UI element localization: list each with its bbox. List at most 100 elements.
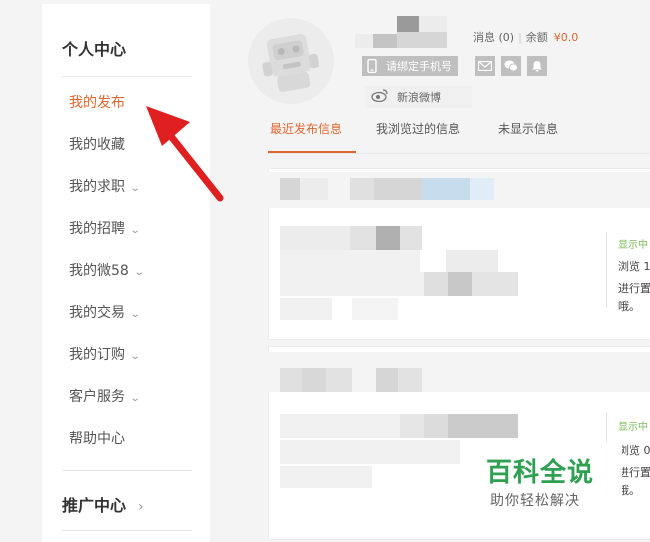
listing-status: 显示中 bbox=[618, 422, 648, 433]
sidebar-item-label: 客户服务 bbox=[69, 389, 125, 405]
tab-browsed[interactable]: 我浏览过的信息 bbox=[376, 120, 460, 137]
listing-body-blur bbox=[280, 414, 400, 438]
listing-promo-text-2: 哦。 bbox=[618, 300, 640, 313]
sidebar-item-label: 我的微58 bbox=[69, 263, 129, 279]
listing-body-blur bbox=[424, 272, 448, 296]
username-blur bbox=[373, 34, 397, 48]
listing-title-blur bbox=[470, 178, 494, 200]
listing-title-blur bbox=[350, 178, 374, 200]
chevron-down-icon: ⌄ bbox=[129, 225, 141, 236]
chevron-down-icon: ⌄ bbox=[129, 183, 141, 194]
listing-title-blur bbox=[326, 368, 352, 392]
username-blur bbox=[397, 32, 447, 48]
mail-icon bbox=[478, 61, 492, 71]
listing-body-blur bbox=[280, 272, 424, 296]
sidebar-item-customer-service[interactable]: 客户服务 ⌄ bbox=[69, 386, 141, 406]
listing-title-blur bbox=[376, 368, 398, 392]
listing-promo-text[interactable]: 进行置 bbox=[618, 464, 650, 480]
messages-link[interactable]: 消息 (0) bbox=[473, 31, 514, 44]
listing-body-blur bbox=[280, 226, 350, 250]
sidebar-item-label: 我的求职 bbox=[69, 179, 125, 195]
wechat-icon bbox=[504, 60, 518, 72]
chevron-right-icon: › bbox=[138, 499, 144, 515]
listing-body-blur bbox=[446, 250, 498, 272]
sidebar-item-subscriptions[interactable]: 我的订购 ⌄ bbox=[69, 344, 141, 364]
listing-title-blur bbox=[302, 368, 326, 392]
page: 个人中心 我的发布 我的收藏 我的求职 ⌄ 我的招聘 ⌄ 我的微58 ⌄ 我的交易 ⌄ … bbox=[0, 0, 650, 542]
sidebar-divider bbox=[62, 470, 192, 471]
promotion-label: 推广中心 bbox=[62, 496, 127, 515]
listing-body-blur bbox=[424, 414, 448, 438]
sidebar-item-recruiting[interactable]: 我的招聘 ⌄ bbox=[69, 218, 141, 238]
listing-title-blur bbox=[280, 178, 300, 200]
listing-divider bbox=[606, 232, 607, 308]
watermark-title: 百科全说 bbox=[486, 458, 595, 488]
avatar[interactable] bbox=[248, 18, 334, 104]
notification-button[interactable] bbox=[527, 56, 547, 76]
sidebar-item-label: 我的发布 bbox=[69, 95, 125, 111]
listing-promo-text-2: 哦。 bbox=[618, 484, 640, 497]
username-blur bbox=[355, 34, 373, 48]
sidebar-item-promotion-center[interactable]: 推广中心 › bbox=[62, 492, 144, 516]
account-summary: 消息 (0) | 余额 ¥0.0 bbox=[473, 31, 579, 44]
watermark-subtitle: 助你轻松解决 bbox=[490, 493, 580, 509]
listing-body-blur bbox=[448, 414, 518, 438]
listing-body-blur bbox=[280, 466, 372, 488]
tab-recent-posts[interactable]: 最近发布信息 bbox=[270, 120, 342, 137]
sidebar-item-my-posts[interactable]: 我的发布 bbox=[69, 92, 125, 112]
listing-title-blur bbox=[280, 368, 302, 392]
username-blur bbox=[397, 16, 419, 32]
listing-body-blur bbox=[350, 226, 376, 250]
listing-title-blur bbox=[398, 368, 422, 392]
username-blur bbox=[419, 16, 447, 32]
listing-body-blur bbox=[376, 226, 400, 250]
sidebar-item-job-seeking[interactable]: 我的求职 ⌄ bbox=[69, 176, 141, 196]
listing-body-blur bbox=[448, 272, 472, 296]
listing-title-blur bbox=[422, 178, 470, 200]
sidebar-item-label: 我的收藏 bbox=[69, 137, 125, 153]
sidebar-item-label: 我的招聘 bbox=[69, 221, 125, 237]
sidebar-divider bbox=[62, 530, 192, 531]
tab-bar: 最近发布信息 我浏览过的信息 未显示信息 bbox=[268, 120, 650, 154]
listing-body-blur bbox=[472, 272, 518, 296]
balance-value: ¥0.0 bbox=[553, 31, 579, 44]
tab-hidden[interactable]: 未显示信息 bbox=[498, 120, 558, 137]
listing-promo-text[interactable]: 进行置 bbox=[618, 280, 650, 296]
sidebar-item-favorites[interactable]: 我的收藏 bbox=[69, 134, 125, 154]
avatar-robot-icon bbox=[262, 34, 320, 92]
sidebar-item-trades[interactable]: 我的交易 ⌄ bbox=[69, 302, 141, 322]
sidebar-item-wei58[interactable]: 我的微58 ⌄ bbox=[69, 260, 144, 280]
chevron-down-icon: ⌄ bbox=[129, 393, 141, 404]
phone-icon bbox=[367, 59, 377, 73]
listing-body-blur bbox=[280, 250, 420, 272]
listing-views: 浏览 0 bbox=[618, 444, 650, 457]
sidebar-divider bbox=[62, 76, 192, 77]
weibo-icon bbox=[371, 88, 389, 106]
bell-icon bbox=[532, 61, 542, 72]
listing-status: 显示中 bbox=[618, 240, 648, 251]
bind-phone-button[interactable]: 请绑定手机号 bbox=[362, 56, 458, 76]
sidebar-item-label: 我的订购 bbox=[69, 347, 125, 363]
sidebar-item-label: 我的交易 bbox=[69, 305, 125, 321]
balance-label: 余额 bbox=[525, 31, 548, 44]
mail-button[interactable] bbox=[475, 56, 495, 76]
sidebar-title: 个人中心 bbox=[62, 40, 127, 59]
active-tab-indicator bbox=[268, 151, 356, 153]
sidebar-item-label: 帮助中心 bbox=[69, 431, 125, 447]
bind-phone-label: 请绑定手机号 bbox=[386, 60, 452, 73]
listing-title-blur bbox=[300, 178, 328, 200]
wechat-button[interactable] bbox=[501, 56, 521, 76]
listing-body-blur bbox=[352, 298, 398, 320]
weibo-bind-button[interactable]: 新浪微博 bbox=[365, 86, 472, 108]
listing-body-blur bbox=[280, 298, 332, 320]
sidebar: 个人中心 我的发布 我的收藏 我的求职 ⌄ 我的招聘 ⌄ 我的微58 ⌄ 我的交易 ⌄ … bbox=[42, 4, 210, 542]
chevron-down-icon: ⌄ bbox=[129, 309, 141, 320]
listing-body-blur bbox=[400, 414, 424, 438]
weibo-label: 新浪微博 bbox=[397, 91, 441, 104]
listing-title-blur bbox=[374, 178, 422, 200]
listing-body-blur bbox=[280, 440, 460, 464]
listing-body-blur bbox=[400, 226, 422, 250]
listing-views: 浏览 1 bbox=[618, 260, 650, 273]
sidebar-item-help-center[interactable]: 帮助中心 bbox=[69, 428, 125, 448]
chevron-down-icon: ⌄ bbox=[129, 351, 141, 362]
